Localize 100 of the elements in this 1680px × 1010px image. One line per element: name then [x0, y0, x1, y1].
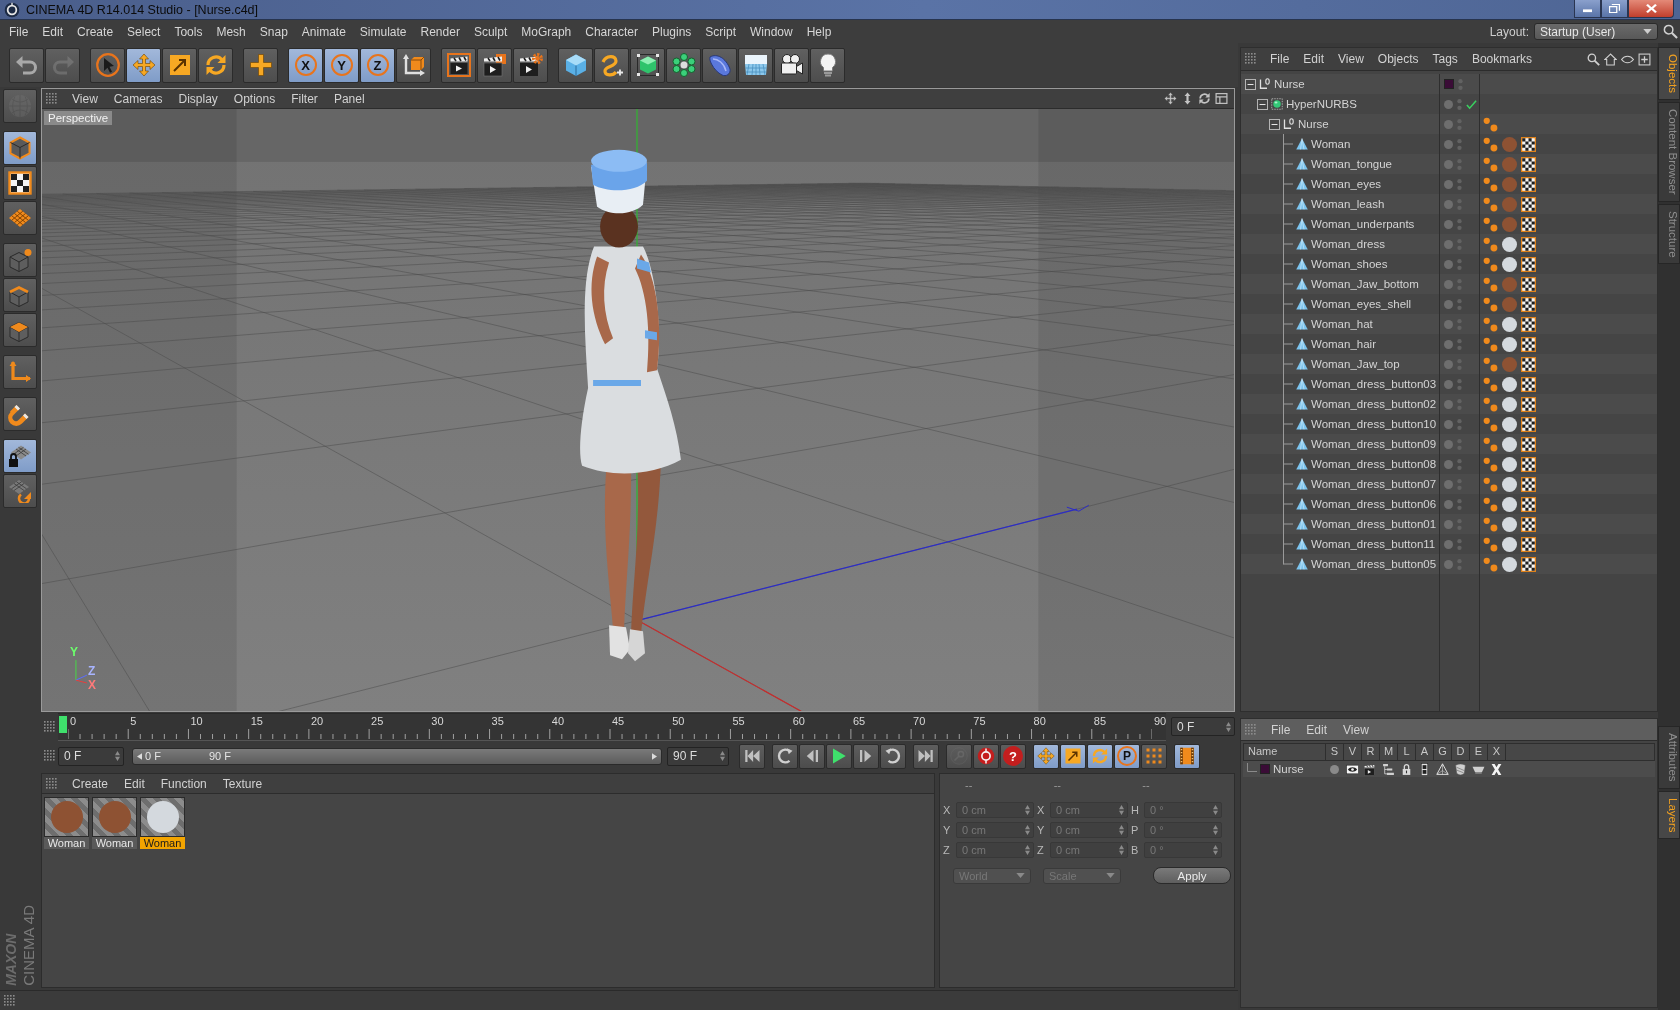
prev-key-button[interactable]: [772, 743, 798, 769]
checker-tag-icon[interactable]: [1521, 256, 1536, 272]
grip-icon[interactable]: [4, 994, 16, 1007]
material-tag-icon[interactable]: [1502, 476, 1517, 492]
material-tag-icon[interactable]: [1502, 336, 1517, 352]
column-header[interactable]: M: [1380, 744, 1398, 760]
menu-item[interactable]: Panel: [325, 91, 373, 106]
menu-item[interactable]: Simulate: [352, 24, 414, 39]
layer-dot-icon[interactable]: [1444, 419, 1453, 429]
dot-pair-icon[interactable]: [1483, 356, 1498, 372]
visibility-dots-icon[interactable]: [1457, 137, 1462, 151]
column-header[interactable]: X: [1488, 744, 1506, 760]
menu-item[interactable]: Snap: [252, 24, 295, 39]
object-row[interactable]: Woman_Jaw_bottom: [1241, 274, 1657, 294]
material-tag-icon[interactable]: [1502, 496, 1517, 512]
layer-dot-icon[interactable]: [1444, 239, 1453, 249]
x-mark-icon[interactable]: [1489, 762, 1503, 776]
layer-dot-icon[interactable]: [1444, 319, 1453, 329]
menu-item[interactable]: Display: [170, 91, 226, 106]
add-panel-icon[interactable]: [1638, 52, 1651, 66]
column-header[interactable]: Name: [1244, 744, 1326, 760]
close-button[interactable]: [1628, 0, 1674, 18]
checker-tag-icon[interactable]: [1521, 376, 1536, 392]
layer-dot-icon[interactable]: [1444, 259, 1453, 269]
lock-button[interactable]: [3, 439, 37, 473]
menu-item[interactable]: Edit: [1296, 52, 1332, 66]
checker-tag-icon[interactable]: [1521, 456, 1536, 472]
material-preview[interactable]: [92, 797, 137, 837]
array-button[interactable]: [666, 47, 701, 83]
material-tag-icon[interactable]: [1502, 516, 1517, 532]
checker-tag-icon[interactable]: [1521, 496, 1536, 512]
visibility-dots-icon[interactable]: [1457, 497, 1462, 511]
snap-button[interactable]: [3, 397, 37, 431]
material-name-label[interactable]: Woman: [92, 837, 137, 849]
grip-icon[interactable]: [46, 92, 58, 105]
layer-dot-icon[interactable]: [1444, 219, 1453, 229]
spinner-arrows-icon[interactable]: [720, 751, 725, 761]
dot-pair-icon[interactable]: [1483, 316, 1498, 332]
side-tab[interactable]: Content Browser: [1658, 102, 1680, 202]
spinner-arrows-icon[interactable]: [115, 751, 120, 761]
timeline-view-button[interactable]: [1174, 743, 1200, 769]
param-button[interactable]: P: [1114, 743, 1140, 769]
axis-lock-button[interactable]: X: [288, 47, 323, 83]
nurbs-button[interactable]: [630, 47, 665, 83]
menu-item[interactable]: Edit: [1298, 722, 1336, 737]
search-icon[interactable]: [1663, 24, 1678, 39]
rotate-icon[interactable]: [1198, 92, 1211, 105]
menu-item[interactable]: Objects: [1370, 52, 1426, 66]
home-icon[interactable]: [1604, 52, 1617, 66]
solo-dot-icon[interactable]: [1329, 764, 1339, 774]
dot-pair-icon[interactable]: [1483, 276, 1498, 292]
dot-pair-icon[interactable]: [1483, 556, 1498, 572]
object-row[interactable]: Woman_dress_button07: [1241, 474, 1657, 494]
add-button[interactable]: [243, 47, 278, 83]
object-row[interactable]: Woman_dress_button05: [1241, 554, 1657, 574]
key-help-button[interactable]: ?: [1000, 743, 1026, 769]
checker-tag-icon[interactable]: [1521, 336, 1536, 352]
playhead-marker[interactable]: [59, 715, 67, 733]
menu-item[interactable]: Character: [578, 24, 645, 39]
workplane-button[interactable]: [3, 201, 37, 235]
object-row[interactable]: Woman_dress_button09: [1241, 434, 1657, 454]
minimize-button[interactable]: [1574, 0, 1601, 18]
layer-dot-icon[interactable]: [1444, 339, 1453, 349]
next-frame-button[interactable]: [853, 743, 879, 769]
menu-item[interactable]: View: [64, 91, 106, 106]
checker-tag-icon[interactable]: [1521, 276, 1536, 292]
material-preview[interactable]: [140, 797, 185, 837]
menu-item[interactable]: Texture: [214, 776, 271, 791]
menu-item[interactable]: Filter: [283, 91, 326, 106]
grip-icon[interactable]: [44, 720, 56, 733]
layer-dot-icon[interactable]: [1444, 119, 1453, 129]
layer-color-swatch[interactable]: [1444, 79, 1454, 89]
menu-item[interactable]: Edit: [116, 776, 153, 791]
dot-pair-icon[interactable]: [1483, 516, 1498, 532]
menu-item[interactable]: Tools: [167, 24, 210, 39]
floor-button[interactable]: [738, 47, 773, 83]
side-tab[interactable]: Attributes: [1658, 726, 1680, 789]
menu-item[interactable]: Cameras: [105, 91, 171, 106]
object-row[interactable]: Nurse: [1241, 114, 1657, 134]
layer-dot-icon[interactable]: [1444, 279, 1453, 289]
material-tag-icon[interactable]: [1502, 556, 1517, 572]
hierarchy-icon[interactable]: [1381, 762, 1395, 776]
striped-shape-icon[interactable]: [1453, 762, 1467, 776]
layer-dot-icon[interactable]: [1444, 459, 1453, 469]
checker-tag-icon[interactable]: [1521, 436, 1536, 452]
dot-pair-icon[interactable]: [1483, 376, 1498, 392]
dot-pair-icon[interactable]: [1483, 476, 1498, 492]
visibility-dots-icon[interactable]: [1457, 457, 1462, 471]
layer-dot-icon[interactable]: [1444, 539, 1453, 549]
dot-pair-icon[interactable]: [1483, 296, 1498, 312]
collapse-toggle[interactable]: [1245, 78, 1256, 90]
object-row[interactable]: Woman_hat: [1241, 314, 1657, 334]
checker-tag-icon[interactable]: [1521, 556, 1536, 572]
end-frame-field[interactable]: 90 F: [667, 746, 729, 766]
axis-button[interactable]: [3, 355, 37, 389]
checker-tag-icon[interactable]: [1521, 396, 1536, 412]
column-header[interactable]: R: [1362, 744, 1380, 760]
panel-layout-icon[interactable]: [1215, 92, 1228, 105]
visibility-dots-icon[interactable]: [1457, 217, 1462, 231]
side-tab[interactable]: Objects: [1658, 47, 1680, 100]
